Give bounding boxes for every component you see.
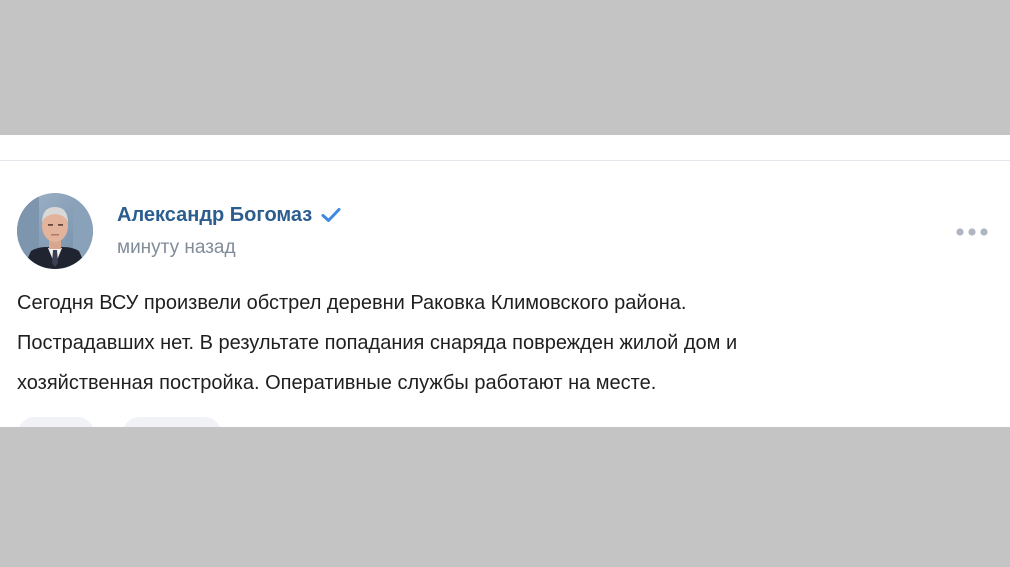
- post-timestamp[interactable]: минуту назад: [117, 235, 236, 261]
- post-text-line: хозяйственная постройка. Оперативные слу…: [17, 372, 657, 394]
- comment-button[interactable]: [122, 417, 222, 427]
- post-text-line: Сегодня ВСУ произвели обстрел деревни Ра…: [17, 292, 687, 314]
- post-text: Сегодня ВСУ произвели обстрел деревни Ра…: [17, 283, 987, 403]
- author-row: Александр Богомаз: [117, 201, 341, 229]
- divider: [0, 160, 1010, 161]
- more-dots-icon: [956, 228, 988, 236]
- author-name[interactable]: Александр Богомаз: [117, 201, 312, 229]
- like-button[interactable]: [17, 417, 95, 427]
- more-options-button[interactable]: [953, 222, 991, 242]
- avatar[interactable]: [17, 193, 93, 269]
- post-card: Александр Богомаз минуту назад Сегодня В…: [0, 135, 1010, 427]
- verified-checkmark-icon: [321, 207, 341, 223]
- author-portrait: [17, 193, 93, 269]
- post-text-line: Пострадавших нет. В результате попадания…: [17, 332, 738, 354]
